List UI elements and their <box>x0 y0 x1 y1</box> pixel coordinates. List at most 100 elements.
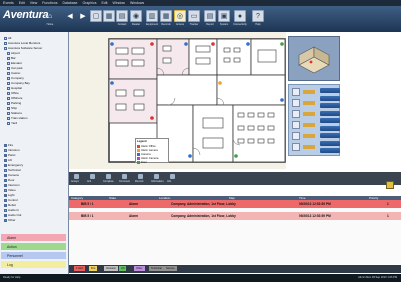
control-icon[interactable] <box>292 99 300 107</box>
alarm-row[interactable]: BIB 5 / 1 Alarm Company, Administration, 1… <box>69 200 401 208</box>
monitor-icon[interactable]: ▭ <box>188 10 200 22</box>
category-item[interactable]: Panic <box>4 153 16 157</box>
category-item[interactable]: Door <box>4 178 15 182</box>
tree-item[interactable]: Ship <box>7 106 17 110</box>
control-button[interactable] <box>320 95 340 101</box>
panel-alarm[interactable]: Alarm <box>1 234 66 241</box>
panel-action[interactable]: Action <box>1 243 66 250</box>
filter-button[interactable]: Intrusion <box>104 266 118 271</box>
menu-item[interactable]: Edit <box>19 1 25 5</box>
back-icon[interactable]: ◀ <box>64 10 76 22</box>
menu-item[interactable]: Edit <box>101 1 107 5</box>
record-icon[interactable]: ◉ <box>130 10 142 22</box>
control-chip[interactable] <box>303 90 315 94</box>
menu-item[interactable]: Windows <box>130 1 144 5</box>
category-item[interactable]: Control <box>4 198 18 202</box>
category-item[interactable]: Other <box>4 218 16 222</box>
menu-item[interactable]: Database <box>62 1 77 5</box>
forward-icon[interactable]: ▶ <box>77 10 89 22</box>
control-chip[interactable] <box>303 101 315 105</box>
system-icon[interactable]: ▣ <box>218 10 230 22</box>
control-button[interactable] <box>320 140 340 146</box>
alarm-tool-icon[interactable] <box>154 174 159 179</box>
alarm-row[interactable]: BIB 5 / 1 Alarm Company, Administration, 1… <box>69 212 401 220</box>
menu-item[interactable]: Events <box>3 1 14 5</box>
filter-button[interactable]: 1 Alert <box>74 266 86 271</box>
control-button[interactable] <box>320 148 340 153</box>
doc-icon[interactable]: ▥ <box>146 10 158 22</box>
globe-icon[interactable]: ● <box>234 10 246 22</box>
control-icon[interactable] <box>292 132 300 140</box>
category-item[interactable]: Intercom <box>4 183 20 187</box>
control-button[interactable] <box>320 118 340 123</box>
menu-item[interactable]: View <box>30 1 38 5</box>
category-item[interactable]: Audio Out <box>4 213 21 217</box>
control-button[interactable] <box>320 125 340 131</box>
help-icon[interactable]: ? <box>252 10 264 22</box>
layout3-icon[interactable]: ▤ <box>116 10 128 22</box>
tree-item[interactable]: Hospital <box>7 86 22 90</box>
tree-item[interactable]: Company <box>7 76 24 80</box>
tree-item[interactable]: Bar <box>7 56 16 60</box>
alarm-tool-icon[interactable] <box>106 174 111 179</box>
tree-item[interactable]: Train station <box>7 116 27 120</box>
control-icon[interactable] <box>292 88 300 96</box>
control-button[interactable] <box>320 133 340 138</box>
filter-button[interactable]: Lift <box>119 266 127 271</box>
control-chip[interactable] <box>303 123 315 127</box>
filter-button[interactable]: Other <box>134 266 145 271</box>
category-item[interactable]: Camera <box>4 173 19 177</box>
layout1-icon[interactable]: ▢ <box>90 10 102 22</box>
filter-button[interactable]: Fire <box>89 266 98 271</box>
category-item[interactable]: Technical <box>4 168 21 172</box>
tree-item[interactable]: Airport <box>7 51 20 55</box>
panel-log[interactable]: Log <box>1 261 66 268</box>
report-icon[interactable]: ▤ <box>204 10 216 22</box>
tree-item[interactable]: All <box>4 36 11 40</box>
menu-item[interactable]: Graphics <box>82 1 96 5</box>
tree-item[interactable]: Parking <box>7 101 21 105</box>
tree-item[interactable]: Aventura Software Server <box>4 46 42 50</box>
grid-icon[interactable]: ▦ <box>160 10 172 22</box>
tree-item[interactable]: Aventura Local Monitors <box>4 41 40 45</box>
tree-item[interactable]: Elevator <box>7 61 22 65</box>
filter-button[interactable]: Technical <box>149 266 164 271</box>
alarm-tool-icon[interactable] <box>90 174 95 179</box>
alarm-tool-icon[interactable] <box>74 174 79 179</box>
control-chip[interactable] <box>303 134 315 138</box>
alarm-tool-icon[interactable] <box>170 174 175 179</box>
control-icon[interactable] <box>292 110 300 118</box>
tree-item[interactable]: Offshore <box>7 96 22 100</box>
control-chip[interactable] <box>303 145 315 149</box>
tree-item[interactable]: Office <box>7 91 19 95</box>
panel-personnel[interactable]: Personnel <box>1 252 66 259</box>
control-button[interactable] <box>320 88 340 93</box>
category-item[interactable]: Robot <box>4 203 16 207</box>
tree-item[interactable]: Company Bay <box>7 81 30 85</box>
filter-button[interactable]: Service <box>164 266 177 271</box>
category-item[interactable]: Audio In <box>4 208 19 212</box>
tree-item[interactable]: Yard <box>7 121 17 125</box>
control-icon[interactable] <box>292 121 300 129</box>
building-preview[interactable] <box>288 36 340 81</box>
category-item[interactable]: Light <box>4 193 15 197</box>
category-item[interactable]: Fire <box>4 143 13 147</box>
tree-item[interactable]: Casino <box>7 71 20 75</box>
category-item[interactable]: Intrusion <box>4 148 20 152</box>
tree-item[interactable]: Stations <box>7 111 22 115</box>
control-chip[interactable] <box>303 112 315 116</box>
category-item[interactable]: Video <box>4 188 16 192</box>
camera-icon[interactable]: ◎ <box>174 10 186 22</box>
menu-item[interactable]: Functions <box>42 1 57 5</box>
layout2-icon[interactable]: ▦ <box>103 10 115 22</box>
close-alarm-icon[interactable] <box>386 181 394 189</box>
alarm-tool-icon[interactable] <box>122 174 127 179</box>
control-button[interactable] <box>320 110 340 116</box>
category-item[interactable]: Emergency <box>4 163 23 167</box>
home-icon[interactable]: ⌂ <box>44 10 56 22</box>
alarm-tool-icon[interactable] <box>138 174 143 179</box>
control-button[interactable] <box>320 103 340 108</box>
control-icon[interactable] <box>292 143 300 151</box>
menu-item[interactable]: Window <box>112 1 124 5</box>
tree-item[interactable]: Car park <box>7 66 23 70</box>
